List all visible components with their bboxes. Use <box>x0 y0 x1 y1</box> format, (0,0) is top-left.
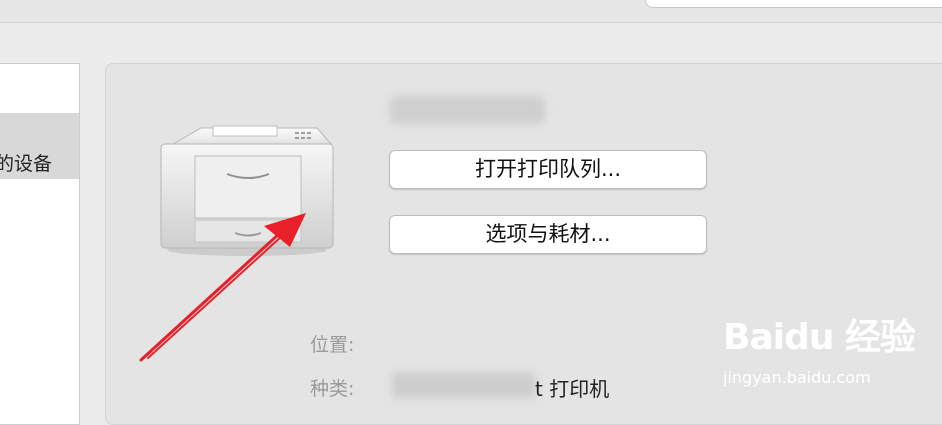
location-label: 位置: <box>310 334 355 356</box>
kind-value: t 打印机 <box>535 377 610 401</box>
watermark-url: jingyan.baidu.com <box>723 368 871 387</box>
baidu-jingyan-watermark: Baidu 经验 jingyan.baidu.com <box>723 308 916 393</box>
kind-value-redacted <box>392 372 535 398</box>
open-print-queue-button[interactable]: 打开打印队列... <box>389 150 707 189</box>
printer-icon <box>160 125 334 256</box>
options-supplies-button[interactable]: 选项与耗材... <box>389 215 707 254</box>
sidebar-item-devices[interactable]: 的设备 <box>0 113 79 179</box>
watermark-brand: Baidu 经验 <box>723 317 916 358</box>
search-field[interactable] <box>645 0 942 8</box>
kind-label: 种类: <box>310 378 355 400</box>
sidebar: 的设备 <box>0 63 80 425</box>
printer-name-redacted <box>390 96 545 124</box>
sidebar-item-label: 的设备 <box>0 153 52 175</box>
window-titlebar <box>0 0 942 23</box>
